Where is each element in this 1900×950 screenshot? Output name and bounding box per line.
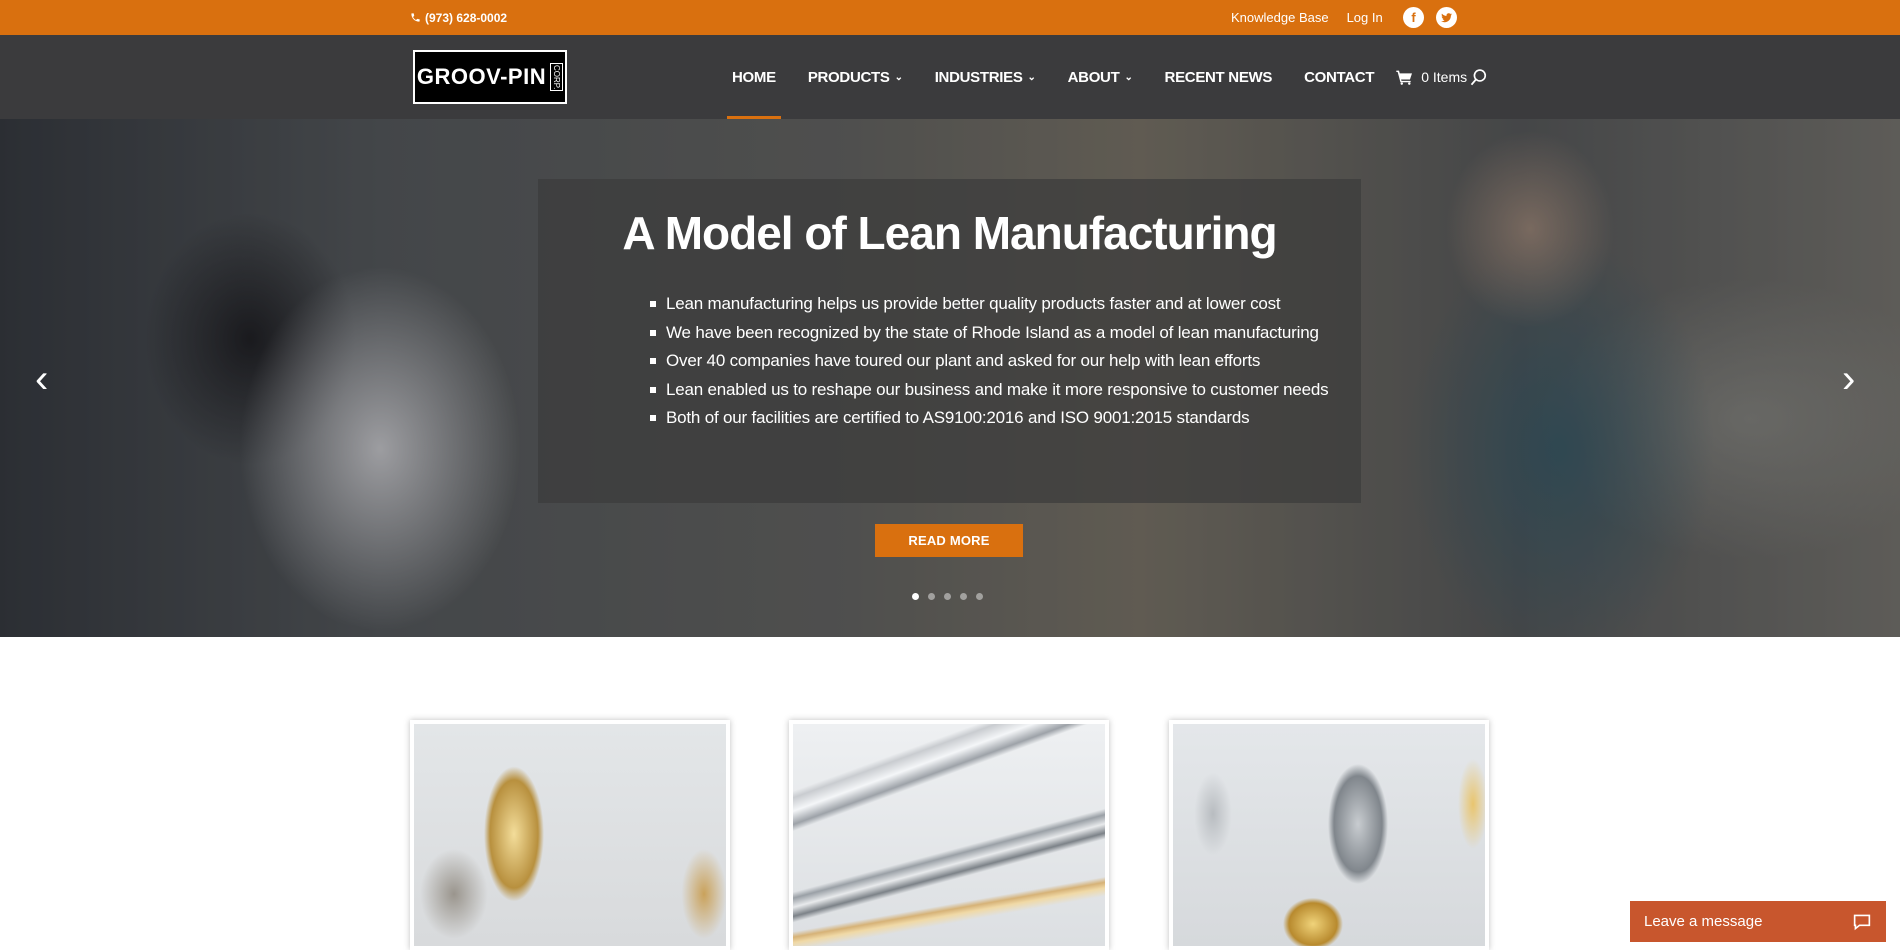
hero-bullet: We have been recognized by the state of … (650, 319, 1328, 348)
nav-item-home[interactable]: HOME (727, 35, 781, 119)
slider-dot-5[interactable] (976, 593, 983, 600)
slider-prev-arrow-icon[interactable]: ‹ (35, 359, 48, 399)
hero-slider: A Model of Lean Manufacturing Lean manuf… (0, 119, 1900, 637)
read-more-button[interactable]: READ MORE (875, 524, 1023, 557)
hero-title: A Model of Lean Manufacturing (622, 207, 1277, 259)
hero-bullet: Lean manufacturing helps us provide bett… (650, 290, 1328, 319)
cart-button[interactable]: 0 Items (1396, 35, 1467, 119)
hero-bullet: Lean enabled us to reshape our business … (650, 376, 1329, 405)
nav-home-label: HOME (732, 68, 776, 86)
cart-label: 0 Items (1421, 69, 1468, 85)
top-bar: (973) 628-0002 Knowledge Base Log In f (0, 0, 1900, 35)
nav-item-products[interactable]: PRODUCTS ⌄ (808, 35, 903, 119)
slider-next-arrow-icon[interactable]: › (1842, 359, 1855, 399)
chevron-down-icon: ⌄ (894, 71, 903, 83)
nav-item-industries[interactable]: INDUSTRIES ⌄ (935, 35, 1036, 119)
phone-icon (411, 13, 420, 22)
nav-item-recent-news[interactable]: RECENT NEWS (1165, 35, 1273, 119)
hero-bullet: Over 40 companies have toured our plant … (650, 347, 1328, 376)
hero-bullet: Both of our facilities are certified to … (650, 404, 1328, 433)
twitter-icon[interactable] (1436, 7, 1457, 28)
product-card-threaded-inserts[interactable] (410, 720, 730, 950)
knowledge-base-link[interactable]: Knowledge Base (1231, 10, 1329, 25)
cart-icon (1396, 70, 1413, 85)
nav-item-about[interactable]: ABOUT ⌄ (1068, 35, 1133, 119)
product-card-pins[interactable] (789, 720, 1109, 950)
chevron-down-icon: ⌄ (1124, 71, 1133, 83)
slider-dot-1[interactable] (912, 593, 919, 600)
main-navigation: GROOV-PIN CORP. HOME PRODUCTS ⌄ INDUSTRIE… (0, 35, 1900, 119)
logo-corp: CORP. (550, 62, 564, 92)
slider-dot-3[interactable] (944, 593, 951, 600)
product-card-machined-parts[interactable] (1169, 720, 1489, 950)
groov-pin-logo[interactable]: GROOV-PIN CORP. (413, 50, 567, 104)
chat-bubble-icon (1853, 914, 1871, 930)
leave-message-chat-button[interactable]: Leave a message (1630, 901, 1886, 942)
facebook-icon[interactable]: f (1403, 7, 1424, 28)
product-image-pins (793, 724, 1105, 946)
phone-number[interactable]: (973) 628-0002 (410, 0, 507, 35)
nav-industries-label: INDUSTRIES (934, 68, 1023, 86)
product-image-inserts (414, 724, 726, 946)
slider-pagination (912, 593, 983, 600)
slider-dot-2[interactable] (928, 593, 935, 600)
chevron-down-icon: ⌄ (1027, 71, 1036, 83)
phone-text: (973) 628-0002 (425, 10, 508, 25)
logo-name: GROOV-PIN (416, 64, 547, 89)
hero-bullet-list: Lean manufacturing helps us provide bett… (650, 290, 1329, 433)
product-image-machined-parts (1173, 724, 1485, 946)
search-icon[interactable] (1469, 68, 1489, 88)
nav-products-label: PRODUCTS (807, 68, 890, 86)
slider-dot-4[interactable] (960, 593, 967, 600)
hero-caption-box: A Model of Lean Manufacturing Lean manuf… (538, 179, 1361, 503)
nav-recent-news-label: RECENT NEWS (1164, 68, 1273, 86)
nav-item-contact[interactable]: CONTACT (1304, 35, 1374, 119)
chat-label: Leave a message (1644, 913, 1763, 930)
nav-about-label: ABOUT (1067, 68, 1120, 86)
nav-contact-label: CONTACT (1304, 68, 1375, 86)
log-in-link[interactable]: Log In (1347, 10, 1383, 25)
